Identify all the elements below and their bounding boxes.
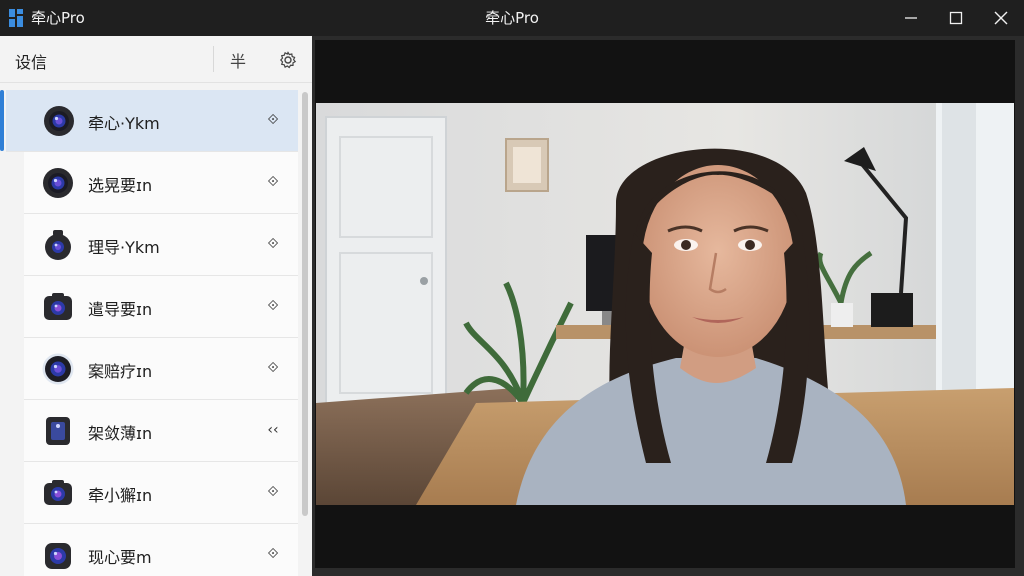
close-button[interactable] [978,0,1024,36]
camera-name: 牵小獬ɪn [88,486,153,505]
diamond-arrows-icon[interactable]: ⟐ [264,359,282,377]
layout-toggle-label: 半 [229,52,246,71]
sidebar-title: 设信 [15,53,48,72]
camera-list-item[interactable]: 案赔疗ɪn ⟐ [24,338,298,400]
camera-name: 理导·Ykm [88,238,160,257]
device-sidebar: 设信 半 牵心·Ykm ⟐ 选晃要ɪn ⟐ 理导·Ykm ⟐ 遣导要ɪn ⟐ 案… [0,36,312,576]
camera-list-item[interactable]: 架敛薄ɪn ‹‹ [24,400,298,462]
title-bar: 牵心Pro 牵心Pro [0,0,1024,36]
camera-name: 架敛薄ɪn [88,424,153,443]
settings-button[interactable] [274,46,302,74]
diamond-arrows-icon[interactable]: ⟐ [264,235,282,253]
camera-name: 选晃要ɪn [88,176,153,195]
camera-name: 案赔疗ɪn [88,362,153,381]
header-divider [213,46,214,72]
scrollbar-thumb[interactable] [302,92,308,516]
camera-list-item[interactable]: 现心要m ⟐ [24,524,298,576]
diamond-arrows-icon[interactable]: ⟐ [264,111,282,129]
camera-icon [44,293,72,320]
camera-list-item[interactable]: 理导·Ykm ⟐ [24,214,298,276]
sidebar-header: 设信 半 [0,36,312,83]
camera-icon [45,230,71,260]
camera-list-item[interactable]: 选晃要ɪn ⟐ [24,152,298,214]
camera-icon [44,106,74,136]
camera-icon [42,353,74,385]
camera-list-item[interactable]: 牵心·Ykm ⟐ [0,90,298,152]
window-title: 牵心Pro [485,9,539,27]
selection-indicator [0,90,4,151]
camera-name: 牵心·Ykm [88,114,160,133]
diamond-arrows-icon[interactable]: ⟐ [264,297,282,315]
minimize-button[interactable] [888,0,934,36]
camera-name: 现心要m [88,548,152,567]
video-viewer [315,40,1015,568]
maximize-icon [949,11,963,25]
camera-list-item[interactable]: 遣导要ɪn ⟐ [24,276,298,338]
phone-camera-icon [46,417,70,445]
close-icon [994,11,1008,25]
layout-toggle-button[interactable]: 半 [224,46,252,74]
camera-icon [45,543,71,569]
camera-preview-image[interactable] [316,103,1014,505]
minimize-icon [905,17,917,19]
camera-list-item[interactable]: 牵小獬ɪn ⟐ [24,462,298,524]
camera-icon [44,480,72,505]
diamond-arrows-icon[interactable]: ⟐ [264,545,282,563]
diamond-arrows-icon[interactable]: ⟐ [264,173,282,191]
gear-icon [279,51,297,69]
camera-icon [43,168,73,198]
camera-name: 遣导要ɪn [88,300,153,319]
diamond-arrows-icon[interactable]: ⟐ [264,483,282,501]
maximize-button[interactable] [933,0,979,36]
chevrons-left-icon[interactable]: ‹‹ [264,421,282,439]
